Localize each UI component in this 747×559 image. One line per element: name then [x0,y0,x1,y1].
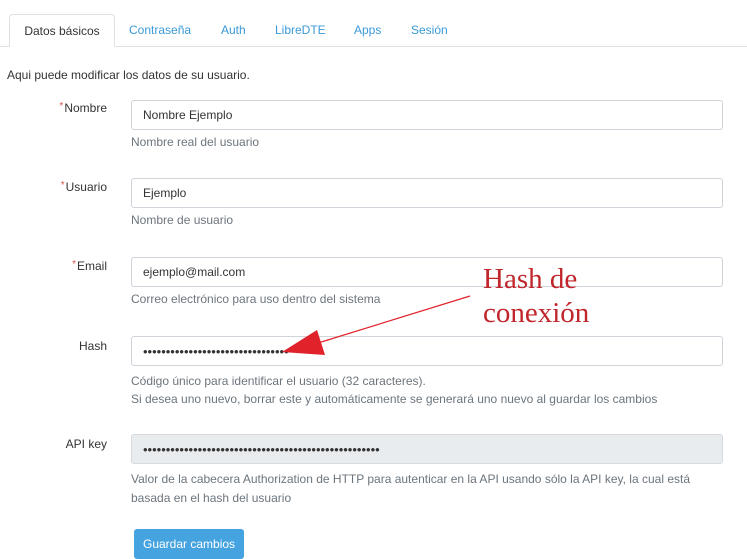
tab-auth[interactable]: Auth [211,14,256,46]
nombre-label-text: Nombre [64,101,107,115]
annotation-line2: conexión [483,297,590,329]
email-input[interactable] [131,257,723,287]
tab-apps[interactable]: Apps [344,14,391,46]
required-mark: * [72,259,76,270]
nav-tabs: Datos básicos Contraseña Auth LibreDTE A… [0,14,747,47]
email-label-text: Email [76,259,107,273]
hash-help-line1: Código único para identificar el usuario… [131,374,426,388]
tab-contrasena[interactable]: Contraseña [119,14,201,46]
usuario-input[interactable] [131,178,723,208]
api-key-input [131,434,723,464]
tab-datos-basicos[interactable]: Datos básicos [9,14,115,47]
usuario-label: *Usuario [61,180,107,194]
hash-input[interactable] [131,336,723,366]
hash-help-line2: Si desea uno nuevo, borrar este y automá… [131,392,658,406]
tab-sesion[interactable]: Sesión [401,14,458,46]
tab-libredte[interactable]: LibreDTE [265,14,336,46]
annotation-text: Hash de conexión [483,262,589,330]
annotation-line1: Hash de [483,263,578,295]
nombre-input[interactable] [131,100,723,130]
email-label: *Email [72,259,107,273]
required-mark: * [59,101,64,112]
required-mark: * [60,180,65,191]
save-button[interactable]: Guardar cambios [134,529,245,559]
nombre-help: Nombre real del usuario [131,135,260,149]
api-key-label: API key [65,437,107,451]
nombre-label: *Nombre [59,101,107,115]
hash-label: Hash [78,339,107,353]
usuario-help: Nombre de usuario [131,213,234,227]
usuario-label-text: Usuario [65,180,107,194]
email-help: Correo electrónico para uso dentro del s… [131,292,381,306]
api-key-help: Valor de la cabecera Authorization de HT… [131,472,691,505]
intro-text: Aqui puede modificar los datos de su usu… [7,68,250,82]
